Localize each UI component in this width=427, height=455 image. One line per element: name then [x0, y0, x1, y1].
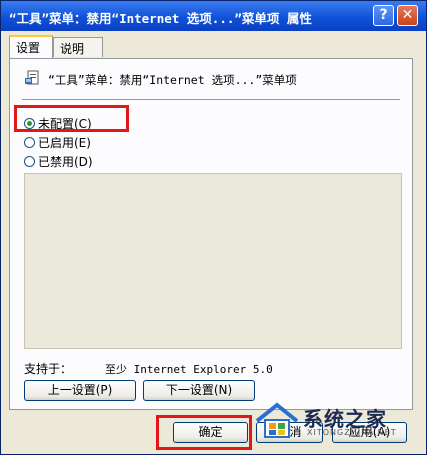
properties-dialog: “工具”菜单：禁用“Internet 选项...”菜单项 属性 ? ✕ 设置 说… [0, 0, 427, 455]
watermark: 系统之家 XITONGZHIJIA.NET [255, 401, 423, 445]
radio-enabled[interactable]: 已启用(E) [24, 134, 91, 150]
house-logo-icon [255, 402, 299, 438]
highlight-box-ok [156, 415, 252, 450]
window-title: “工具”菜单：禁用“Internet 选项...”菜单项 属性 [9, 11, 312, 26]
supported-label: 支持于： [24, 362, 73, 376]
settings-detail-area [24, 173, 402, 349]
highlight-box-option [14, 105, 129, 132]
separator [22, 99, 400, 100]
watermark-url: XITONGZHIJIA.NET [307, 428, 397, 437]
radio-unselected-icon[interactable] [24, 155, 35, 167]
previous-setting-button[interactable]: 上一设置(P) [24, 380, 136, 401]
radio-label-enabled: 已启用(E) [38, 135, 91, 150]
tab-settings[interactable]: 设置 [9, 35, 53, 58]
radio-label-disabled: 已禁用(D) [38, 154, 93, 169]
supported-value: 至少 Internet Explorer 5.0 [105, 363, 273, 376]
next-setting-button[interactable]: 下一设置(N) [143, 380, 255, 401]
tab-explain[interactable]: 说明 [53, 37, 103, 57]
settings-panel: “工具”菜单：禁用“Internet 选项...”菜单项 未配置(C) 已启用(… [9, 58, 413, 410]
radio-unselected-icon[interactable] [24, 136, 35, 148]
policy-name: “工具”菜单：禁用“Internet 选项...”菜单项 [48, 73, 297, 87]
close-button[interactable]: ✕ [397, 5, 418, 26]
radio-disabled[interactable]: 已禁用(D) [24, 153, 93, 169]
help-button[interactable]: ? [373, 5, 394, 26]
policy-document-icon [25, 70, 39, 85]
title-bar[interactable]: “工具”菜单：禁用“Internet 选项...”菜单项 属性 ? ✕ [1, 1, 426, 31]
